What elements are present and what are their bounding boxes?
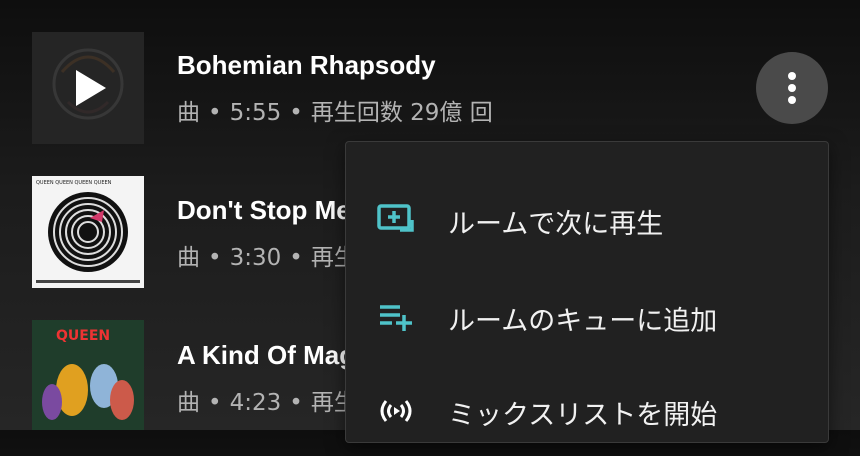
separator: • [208,100,222,126]
separator: • [208,245,222,271]
menu-item-label: ルームのキューに追加 [448,306,718,337]
separator: • [289,245,303,271]
radio-mix-icon [380,400,412,422]
play-icon[interactable] [70,68,110,108]
menu-item-label: ミックスリストを開始 [448,400,718,431]
song-duration: 4:23 [229,390,282,416]
album-art-a-kind-of-magic[interactable]: QUEEN [32,320,144,430]
cover-text: QUEEN QUEEN QUEEN QUEEN [36,180,112,186]
song-title[interactable]: A Kind Of Mag [177,340,355,371]
song-title[interactable]: Don't Stop Me [177,195,351,226]
song-type: 曲 [177,100,200,126]
song-type: 曲 [177,245,200,271]
song-meta: 曲 • 4:23 • 再生 [177,383,357,417]
cover-text: QUEEN [56,328,110,344]
context-menu: ルームで次に再生 ルームのキューに追加 ミックスリストを開始 [345,141,829,443]
album-art-jazz[interactable]: QUEEN QUEEN QUEEN QUEEN [32,176,144,288]
more-options-button[interactable] [756,52,828,124]
album-art-a-night-at-the-opera[interactable] [32,32,144,144]
song-plays: 再生回数 29億 回 [310,100,493,126]
song-duration: 3:30 [229,245,282,271]
song-type: 曲 [177,390,200,416]
separator: • [289,100,303,126]
cast-play-next-icon [377,204,414,232]
song-meta: 曲 • 5:55 • 再生回数 29億 回 [177,93,493,127]
menu-item-start-mix[interactable]: ミックスリストを開始 [346,366,828,456]
add-to-queue-icon [380,305,412,331]
separator: • [289,390,303,416]
song-meta: 曲 • 3:30 • 再生 [177,238,357,272]
menu-item-add-to-room-queue[interactable]: ルームのキューに追加 [346,272,828,362]
separator: • [208,390,222,416]
song-title[interactable]: Bohemian Rhapsody [177,50,436,81]
menu-item-play-next-in-room[interactable]: ルームで次に再生 [346,175,828,265]
menu-item-label: ルームで次に再生 [448,209,664,240]
more-vert-icon [788,72,796,104]
song-row-1[interactable]: Bohemian Rhapsody 曲 • 5:55 • 再生回数 29億 回 [0,0,860,144]
song-duration: 5:55 [229,100,282,126]
